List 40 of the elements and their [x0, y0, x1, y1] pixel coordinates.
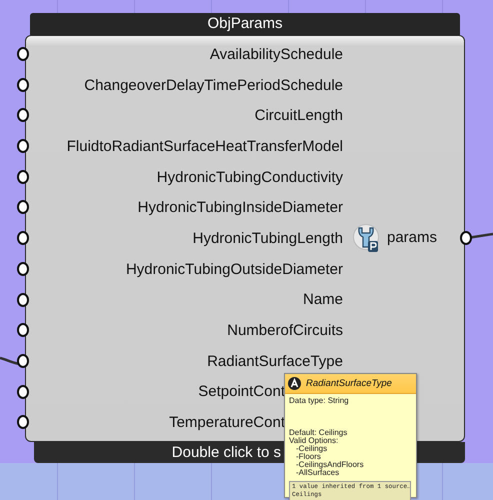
- option-text: -AllSurfaces: [295, 469, 340, 477]
- input-label: AvailabilitySchedule: [210, 46, 343, 63]
- component-title: ObjParams: [30, 13, 460, 35]
- option-text: -Ceilings: [295, 445, 328, 453]
- input-label: TemperatureCont: [169, 414, 285, 432]
- input-port[interactable]: [17, 292, 29, 306]
- input-port[interactable]: [17, 323, 29, 338]
- input-label: Name: [302, 291, 343, 308]
- input-label: HydronicTubingLength: [192, 230, 343, 247]
- input-port[interactable]: [17, 47, 29, 61]
- wrench-icon: [353, 222, 379, 252]
- letter-a-icon: [288, 377, 301, 390]
- input-label: FluidtoRadiantSurfaceHeatTransferModel: [66, 138, 343, 155]
- input-label: SetpointCont: [198, 383, 285, 400]
- input-port[interactable]: [17, 231, 29, 246]
- input-port[interactable]: [17, 139, 29, 154]
- input-port[interactable]: [17, 262, 29, 276]
- input-port[interactable]: [17, 170, 29, 184]
- input-port[interactable]: [17, 384, 29, 399]
- input-label: ChangeoverDelayTimePeriodSchedule: [84, 76, 343, 94]
- options-heading: Valid Options:: [289, 437, 338, 445]
- input-port[interactable]: [17, 78, 29, 92]
- option-text: -Floors: [295, 453, 321, 461]
- input-port[interactable]: [17, 200, 29, 214]
- input-label: HydronicTubingConductivity: [156, 168, 343, 186]
- option-text: -CeilingsAndFloors: [295, 461, 365, 469]
- input-label: CircuitLength: [254, 107, 343, 124]
- wire: [0, 354, 20, 368]
- input-label: HydronicTubingOutsideDiameter: [126, 260, 343, 278]
- input-label: RadiantSurfaceType: [207, 352, 343, 370]
- output-port[interactable]: [460, 230, 472, 244]
- input-port[interactable]: [17, 415, 29, 430]
- default-text: Default: Ceilings: [289, 429, 348, 437]
- input-port[interactable]: [17, 354, 29, 368]
- output-label: params: [387, 229, 438, 246]
- tooltip-title: RadiantSurfaceType: [306, 378, 392, 389]
- input-label: NumberofCircuits: [227, 322, 343, 340]
- input-label: HydronicTubingInsideDiameter: [138, 199, 343, 216]
- data-type-text: Data type: String: [289, 397, 350, 405]
- input-port[interactable]: [17, 108, 29, 122]
